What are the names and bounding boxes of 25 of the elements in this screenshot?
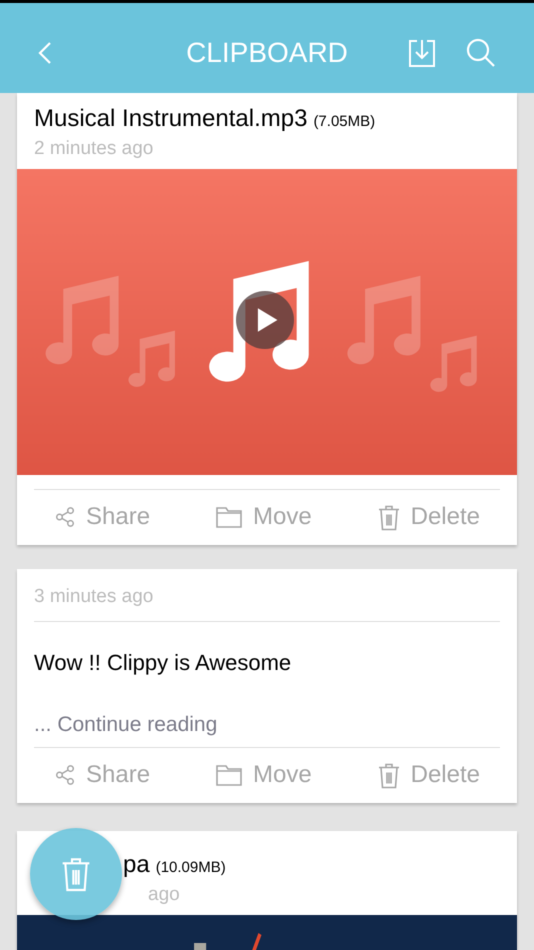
continue-reading-link[interactable]: ... Continue reading: [34, 713, 218, 736]
trash-icon: [376, 504, 401, 531]
action-button[interactable]: Move: [214, 499, 312, 536]
folder-icon: [214, 504, 243, 530]
action-button[interactable]: Delete: [376, 757, 480, 794]
search-button[interactable]: [466, 38, 496, 68]
timestamp: ago: [148, 882, 181, 906]
file-name: Musical Instrumental.mp3: [34, 104, 308, 134]
share-icon: [54, 764, 76, 786]
share-icon: [54, 506, 76, 528]
file-name: pa: [123, 850, 150, 880]
timestamp: 2 minutes ago: [34, 137, 154, 161]
file-size: (7.05MB): [313, 112, 376, 132]
folder-icon: [214, 762, 243, 788]
file-size: (10.09MB): [156, 858, 226, 878]
clip-text: Wow !! Clippy is Awesome: [33, 649, 292, 678]
action-button[interactable]: Delete: [376, 499, 480, 536]
download-button[interactable]: [408, 38, 436, 68]
action-button[interactable]: Share: [54, 757, 150, 794]
action-button[interactable]: Move: [214, 757, 312, 794]
action-button[interactable]: Share: [54, 499, 150, 536]
trash-icon: [376, 762, 401, 789]
timestamp: 3 minutes ago: [34, 584, 154, 609]
header-title: CLIPBOARD: [186, 36, 348, 70]
back-button[interactable]: [38, 41, 52, 65]
